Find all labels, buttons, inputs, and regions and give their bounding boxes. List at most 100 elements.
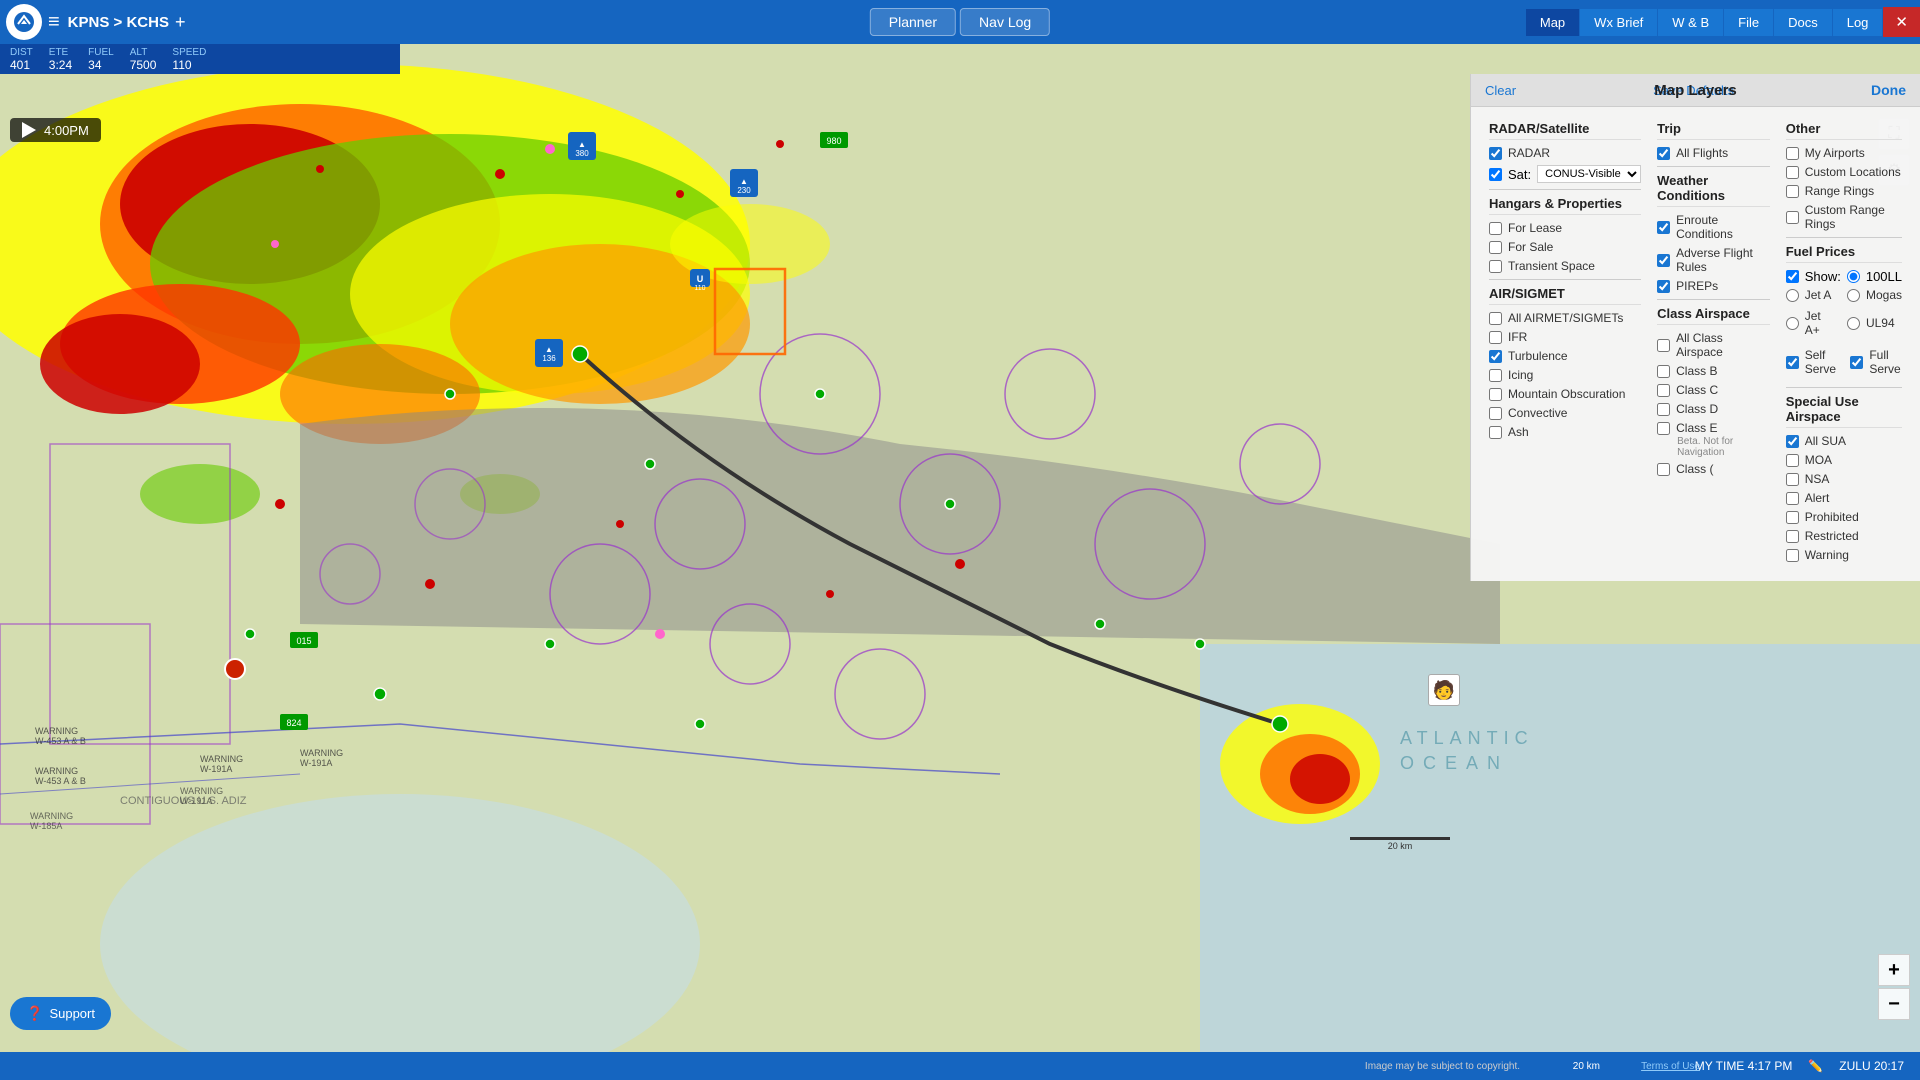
restricted-label[interactable]: Restricted — [1805, 529, 1859, 543]
enroute-label[interactable]: Enroute Conditions — [1676, 213, 1770, 241]
add-waypoint-button[interactable]: + — [175, 12, 186, 33]
pireps-checkbox[interactable] — [1657, 280, 1670, 293]
icing-label[interactable]: Icing — [1508, 368, 1533, 382]
fuel-jeta-radio[interactable] — [1786, 289, 1799, 302]
my-airports-checkbox[interactable] — [1786, 147, 1799, 160]
my-airports-label[interactable]: My Airports — [1805, 146, 1865, 160]
hamburger-icon[interactable]: ≡ — [48, 11, 60, 34]
class-f-checkbox[interactable] — [1657, 463, 1670, 476]
transient-checkbox[interactable] — [1489, 260, 1502, 273]
fuel-mogas-label[interactable]: Mogas — [1866, 288, 1902, 302]
fuel-ul94-radio[interactable] — [1847, 317, 1860, 330]
icing-checkbox[interactable] — [1489, 369, 1502, 382]
restricted-checkbox[interactable] — [1786, 530, 1799, 543]
range-rings-checkbox[interactable] — [1786, 185, 1799, 198]
all-flights-checkbox[interactable] — [1657, 147, 1670, 160]
user-location-icon[interactable]: 🧑 — [1428, 674, 1460, 706]
turbulence-checkbox[interactable] — [1489, 350, 1502, 363]
for-sale-checkbox[interactable] — [1489, 241, 1502, 254]
zoom-in-button[interactable]: + — [1878, 954, 1910, 986]
custom-range-rings-checkbox[interactable] — [1786, 211, 1799, 224]
turbulence-label[interactable]: Turbulence — [1508, 349, 1568, 363]
fuel-mogas-radio[interactable] — [1847, 289, 1860, 302]
class-c-label[interactable]: Class C — [1676, 383, 1718, 397]
tab-map[interactable]: Map — [1526, 9, 1580, 36]
play-button[interactable] — [22, 122, 36, 138]
adverse-checkbox[interactable] — [1657, 254, 1670, 267]
for-lease-checkbox[interactable] — [1489, 222, 1502, 235]
for-lease-label[interactable]: For Lease — [1508, 221, 1562, 235]
class-e-checkbox[interactable] — [1657, 422, 1670, 435]
mountain-obs-label[interactable]: Mountain Obscuration — [1508, 387, 1625, 401]
alert-label[interactable]: Alert — [1805, 491, 1830, 505]
class-c-checkbox[interactable] — [1657, 384, 1670, 397]
prohibited-checkbox[interactable] — [1786, 511, 1799, 524]
all-class-checkbox[interactable] — [1657, 339, 1670, 352]
enroute-checkbox[interactable] — [1657, 221, 1670, 234]
close-button[interactable]: ✕ — [1883, 7, 1920, 37]
done-button[interactable]: Done — [1871, 82, 1906, 98]
nsa-checkbox[interactable] — [1786, 473, 1799, 486]
full-serve-label[interactable]: Full Serve — [1869, 348, 1902, 376]
all-class-label[interactable]: All Class Airspace — [1676, 331, 1770, 359]
all-flights-label[interactable]: All Flights — [1676, 146, 1728, 160]
ifr-checkbox[interactable] — [1489, 331, 1502, 344]
transient-label[interactable]: Transient Space — [1508, 259, 1595, 273]
planner-button[interactable]: Planner — [870, 8, 956, 36]
tab-docs[interactable]: Docs — [1774, 9, 1833, 36]
clear-button[interactable]: Clear — [1485, 83, 1516, 98]
fuel-ul94-label[interactable]: UL94 — [1866, 316, 1895, 330]
terms-of-use-link[interactable]: Terms of Use — [1641, 1061, 1700, 1072]
mountain-obs-checkbox[interactable] — [1489, 388, 1502, 401]
tab-log[interactable]: Log — [1833, 9, 1884, 36]
tab-wb[interactable]: W & B — [1658, 9, 1724, 36]
radar-label[interactable]: RADAR — [1508, 146, 1550, 160]
alert-checkbox[interactable] — [1786, 492, 1799, 505]
self-serve-checkbox[interactable] — [1786, 356, 1799, 369]
self-serve-label[interactable]: Self Serve — [1805, 348, 1839, 376]
satellite-label[interactable]: Sat: — [1508, 167, 1531, 182]
radar-checkbox[interactable] — [1489, 147, 1502, 160]
pireps-label[interactable]: PIREPs — [1676, 279, 1718, 293]
class-b-checkbox[interactable] — [1657, 365, 1670, 378]
all-airmet-checkbox[interactable] — [1489, 312, 1502, 325]
tab-wxbrief[interactable]: Wx Brief — [1580, 9, 1658, 36]
fuel-jeta-plus-radio[interactable] — [1786, 317, 1799, 330]
support-button[interactable]: ❓ Support — [10, 997, 111, 1030]
moa-label[interactable]: MOA — [1805, 453, 1832, 467]
custom-range-rings-label[interactable]: Custom Range Rings — [1805, 203, 1902, 231]
zoom-out-button[interactable]: − — [1878, 988, 1910, 1020]
fuel-show-label[interactable]: Show: — [1805, 269, 1841, 284]
class-e-label[interactable]: Class E — [1676, 421, 1717, 435]
fuel-show-checkbox[interactable] — [1786, 270, 1799, 283]
class-f-label[interactable]: Class ( — [1676, 462, 1713, 476]
convective-checkbox[interactable] — [1489, 407, 1502, 420]
all-sua-checkbox[interactable] — [1786, 435, 1799, 448]
tab-file[interactable]: File — [1724, 9, 1774, 36]
warning-checkbox[interactable] — [1786, 549, 1799, 562]
moa-checkbox[interactable] — [1786, 454, 1799, 467]
custom-locations-checkbox[interactable] — [1786, 166, 1799, 179]
satellite-checkbox[interactable] — [1489, 168, 1502, 181]
ash-label[interactable]: Ash — [1508, 425, 1529, 439]
warning-label[interactable]: Warning — [1805, 548, 1849, 562]
adverse-label[interactable]: Adverse Flight Rules — [1676, 246, 1770, 274]
fuel-jeta-label[interactable]: Jet A — [1805, 288, 1832, 302]
class-d-checkbox[interactable] — [1657, 403, 1670, 416]
full-serve-checkbox[interactable] — [1850, 356, 1863, 369]
class-b-label[interactable]: Class B — [1676, 364, 1717, 378]
convective-label[interactable]: Convective — [1508, 406, 1567, 420]
fuel-jeta-plus-label[interactable]: Jet A+ — [1805, 309, 1837, 337]
class-d-label[interactable]: Class D — [1676, 402, 1718, 416]
for-sale-label[interactable]: For Sale — [1508, 240, 1553, 254]
fuel-100ll-label[interactable]: 100LL — [1866, 269, 1902, 284]
ifr-label[interactable]: IFR — [1508, 330, 1527, 344]
fuel-100ll-radio[interactable] — [1847, 270, 1860, 283]
all-sua-label[interactable]: All SUA — [1805, 434, 1846, 448]
custom-locations-label[interactable]: Custom Locations — [1805, 165, 1901, 179]
prohibited-label[interactable]: Prohibited — [1805, 510, 1859, 524]
range-rings-label[interactable]: Range Rings — [1805, 184, 1874, 198]
all-airmet-label[interactable]: All AIRMET/SIGMETs — [1508, 311, 1623, 325]
navlog-button[interactable]: Nav Log — [960, 8, 1050, 36]
nsa-label[interactable]: NSA — [1805, 472, 1830, 486]
